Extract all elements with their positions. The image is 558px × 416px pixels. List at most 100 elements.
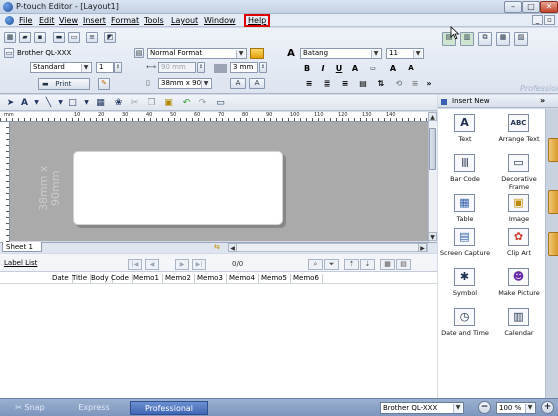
- scroll-down-icon[interactable]: ▼: [428, 232, 437, 241]
- label-paper[interactable]: [73, 151, 283, 225]
- paste-icon[interactable]: ▣: [162, 97, 175, 109]
- image-properties-icon[interactable]: ▨: [514, 32, 528, 46]
- font-select[interactable]: Batang ▼: [300, 48, 382, 59]
- length-field[interactable]: 90 mm: [158, 62, 196, 73]
- copies-field[interactable]: 1: [96, 62, 114, 73]
- format-select[interactable]: Normal Format ▼: [147, 48, 247, 59]
- mode-professional[interactable]: Professional: [130, 401, 208, 415]
- font-size-select[interactable]: 11 ▼: [386, 48, 424, 59]
- mode-express[interactable]: Express: [62, 401, 126, 415]
- align-right-icon[interactable]: ≡: [338, 78, 352, 89]
- object-properties-icon[interactable]: ⧉: [478, 32, 492, 46]
- side-tab[interactable]: [548, 232, 558, 256]
- zoom-out-button[interactable]: −: [478, 401, 491, 414]
- align-text-icon[interactable]: A: [249, 78, 265, 89]
- rectangle-tool-icon[interactable]: □: [66, 97, 79, 109]
- zoom-select[interactable]: 100 % ▼: [496, 402, 536, 414]
- mode-select[interactable]: Standard ▼: [30, 62, 92, 73]
- options-icon[interactable]: ✎: [98, 78, 110, 90]
- mode-snap[interactable]: ✂ Snap: [4, 401, 56, 415]
- scroll-up-icon[interactable]: ▲: [428, 112, 437, 121]
- printer-select[interactable]: Brother QL-XXX ▼: [380, 402, 464, 414]
- sheet-add-icon[interactable]: ⇆: [214, 243, 220, 252]
- scroll-left-icon[interactable]: ◀: [228, 243, 237, 252]
- redo-icon[interactable]: ↷: [196, 97, 209, 109]
- form-view-icon[interactable]: ▤: [396, 259, 411, 270]
- table-properties-icon[interactable]: ▦: [496, 32, 510, 46]
- media-select[interactable]: 38mm x 90m ▼: [158, 78, 212, 89]
- scroll-right-icon[interactable]: ▶: [418, 243, 427, 252]
- menu-insert[interactable]: Insert: [82, 15, 107, 26]
- align-center-icon[interactable]: ≣: [320, 78, 334, 89]
- sort-ascending-icon[interactable]: ⇡: [344, 259, 359, 270]
- menu-file[interactable]: File: [18, 15, 33, 26]
- document-menu-icon[interactable]: [5, 16, 14, 25]
- filter-icon[interactable]: ⏷: [324, 259, 339, 270]
- column-header[interactable]: Memo6: [290, 274, 323, 283]
- toolbar-overflow-chevron[interactable]: »: [422, 78, 436, 89]
- column-header[interactable]: Memo4: [226, 274, 259, 283]
- first-record-icon[interactable]: |◀: [128, 259, 142, 270]
- print-preview-icon[interactable]: ▭: [68, 32, 80, 43]
- database-icon[interactable]: ≡: [86, 32, 98, 43]
- menu-view[interactable]: View: [58, 15, 79, 26]
- last-record-icon[interactable]: ▶|: [192, 259, 206, 270]
- table-tool-icon[interactable]: ▦: [94, 97, 107, 109]
- minimize-button[interactable]: –: [504, 1, 522, 13]
- column-header[interactable]: Memo5: [258, 274, 291, 283]
- panel-collapse-chevron[interactable]: »: [540, 96, 545, 106]
- align-left-icon[interactable]: ≡: [302, 78, 316, 89]
- print-button[interactable]: ▬ Print: [38, 78, 90, 90]
- column-header[interactable]: Memo3: [194, 274, 227, 283]
- maximize-button[interactable]: □: [522, 1, 540, 13]
- cut-icon[interactable]: ✂: [128, 97, 141, 109]
- open-folder-icon[interactable]: ▰: [19, 32, 31, 43]
- underline-button[interactable]: U: [332, 63, 346, 74]
- vertical-scrollbar-thumb[interactable]: [429, 128, 436, 170]
- zoom-in-button[interactable]: +: [541, 401, 554, 414]
- margin-spinner[interactable]: ⇕: [259, 62, 267, 73]
- chevron-down-icon[interactable]: ▼: [80, 97, 93, 109]
- copy-icon[interactable]: ❐: [145, 97, 158, 109]
- properties-icon[interactable]: ◩: [104, 32, 116, 43]
- vertical-text-icon[interactable]: ⇅: [374, 78, 388, 89]
- side-tab[interactable]: [548, 138, 558, 162]
- sheet-tab[interactable]: Sheet 1: [2, 242, 42, 252]
- shrink-font-button[interactable]: A: [404, 63, 418, 74]
- grid-icon[interactable]: ▭: [214, 97, 227, 109]
- sort-descending-icon[interactable]: ⇣: [360, 259, 375, 270]
- shadow-button[interactable]: A: [348, 63, 362, 74]
- rotate-text-icon[interactable]: ⟲: [392, 78, 406, 89]
- next-record-icon[interactable]: ▶: [175, 259, 189, 270]
- orientation-icon[interactable]: [250, 48, 264, 59]
- char-spacing-icon[interactable]: ▭: [366, 63, 380, 74]
- menu-tools[interactable]: Tools: [143, 15, 165, 26]
- menu-window[interactable]: Window: [203, 15, 237, 26]
- side-tab[interactable]: [548, 190, 558, 214]
- search-icon[interactable]: ⌕: [308, 259, 323, 270]
- grow-font-button[interactable]: A: [386, 63, 400, 74]
- italic-button[interactable]: I: [316, 63, 330, 74]
- menu-help[interactable]: Help: [244, 14, 271, 27]
- copies-spinner[interactable]: ⇕: [114, 62, 122, 73]
- justify-icon[interactable]: ▤: [356, 78, 370, 89]
- horizontal-scrollbar[interactable]: [236, 243, 428, 252]
- layout-green-icon[interactable]: ▥: [460, 32, 474, 46]
- grid-view-icon[interactable]: ▦: [380, 259, 395, 270]
- menu-format[interactable]: Format: [110, 15, 140, 26]
- column-header[interactable]: Memo2: [162, 274, 195, 283]
- fit-text-icon[interactable]: A: [230, 78, 246, 89]
- bold-button[interactable]: B: [300, 63, 314, 74]
- clipart-tool-icon[interactable]: ❀: [112, 97, 125, 109]
- prev-record-icon[interactable]: ◀: [145, 259, 159, 270]
- select-arrow-icon[interactable]: ➤: [4, 97, 17, 109]
- print-icon[interactable]: ▬: [53, 32, 65, 43]
- more-text-icon[interactable]: ≡: [408, 78, 422, 89]
- menu-layout[interactable]: Layout: [170, 15, 199, 26]
- undo-icon[interactable]: ↶: [180, 97, 193, 109]
- new-layout-icon[interactable]: ▦: [4, 32, 16, 43]
- close-button[interactable]: ✕: [540, 1, 558, 13]
- column-header[interactable]: Memo1: [130, 274, 163, 283]
- insert-calendar[interactable]: ▥ Calendar: [492, 304, 546, 354]
- length-spinner[interactable]: ⇕: [197, 62, 205, 73]
